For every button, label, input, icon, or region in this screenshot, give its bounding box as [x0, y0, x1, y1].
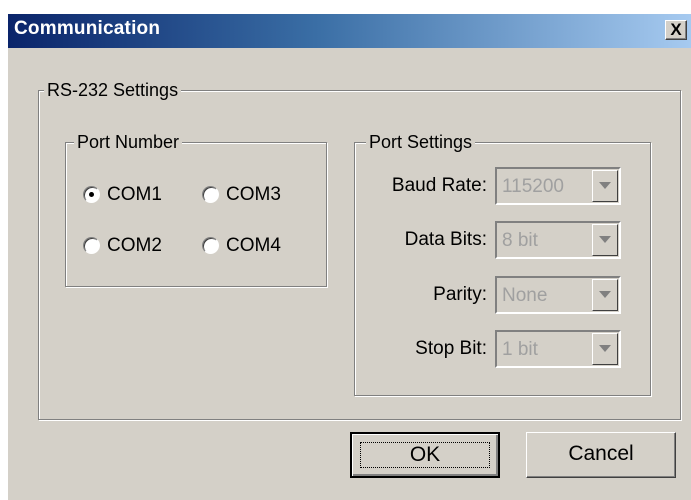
radio-com3-label: COM3 — [226, 184, 281, 205]
radio-com2[interactable]: COM2 — [83, 235, 183, 259]
radio-icon — [202, 237, 219, 254]
close-button[interactable]: X — [665, 20, 687, 40]
chevron-down-icon — [599, 236, 611, 243]
radio-icon — [83, 237, 100, 254]
radio-com4[interactable]: COM4 — [202, 235, 302, 259]
chevron-down-icon — [599, 345, 611, 352]
radio-icon — [83, 186, 100, 203]
communication-dialog: Communication X RS-232 Settings Port Num… — [8, 14, 691, 500]
baud-rate-label: Baud Rate: — [391, 175, 487, 196]
chevron-down-icon — [599, 182, 611, 189]
radio-com4-label: COM4 — [226, 235, 281, 256]
stop-bit-select[interactable]: 1 bit — [495, 330, 621, 368]
cancel-button[interactable]: Cancel — [526, 432, 676, 478]
stop-bit-dropdown-button[interactable] — [592, 333, 618, 365]
radio-com3[interactable]: COM3 — [202, 184, 302, 208]
radio-selected-dot — [89, 192, 94, 197]
parity-select[interactable]: None — [495, 276, 621, 314]
parity-dropdown-button[interactable] — [592, 279, 618, 311]
radio-icon — [202, 186, 219, 203]
stop-bit-value: 1 bit — [502, 339, 538, 360]
window-title: Communication — [14, 18, 161, 39]
radio-com1-label: COM1 — [107, 184, 162, 205]
port-number-legend: Port Number — [74, 131, 183, 153]
data-bits-dropdown-button[interactable] — [592, 224, 618, 256]
chevron-down-icon — [599, 291, 611, 298]
port-number-group: Port Number COM1 COM3 COM2 COM4 — [65, 131, 327, 287]
rs232-settings-group: RS-232 Settings Port Number COM1 COM3 CO… — [38, 79, 681, 420]
radio-com1[interactable]: COM1 — [83, 184, 183, 208]
ok-button-label: OK — [409, 443, 441, 466]
data-bits-value: 8 bit — [502, 230, 538, 251]
title-bar[interactable]: Communication X — [8, 14, 691, 48]
baud-rate-select[interactable]: 115200 — [495, 167, 621, 205]
ok-button[interactable]: OK — [350, 432, 500, 478]
baud-rate-dropdown-button[interactable] — [592, 170, 618, 202]
rs232-settings-legend: RS-232 Settings — [44, 79, 182, 101]
data-bits-label: Data Bits: — [404, 229, 487, 250]
close-icon: X — [670, 20, 682, 39]
stop-bit-label: Stop Bit: — [415, 338, 487, 359]
parity-label: Parity: — [433, 284, 487, 305]
radio-com2-label: COM2 — [107, 235, 162, 256]
parity-value: None — [502, 285, 548, 306]
baud-rate-value: 115200 — [502, 176, 564, 197]
cancel-button-label: Cancel — [568, 442, 634, 465]
data-bits-select[interactable]: 8 bit — [495, 221, 621, 259]
port-settings-group: Port Settings Baud Rate: 115200 Data Bit… — [354, 131, 651, 396]
port-settings-legend: Port Settings — [366, 131, 476, 153]
